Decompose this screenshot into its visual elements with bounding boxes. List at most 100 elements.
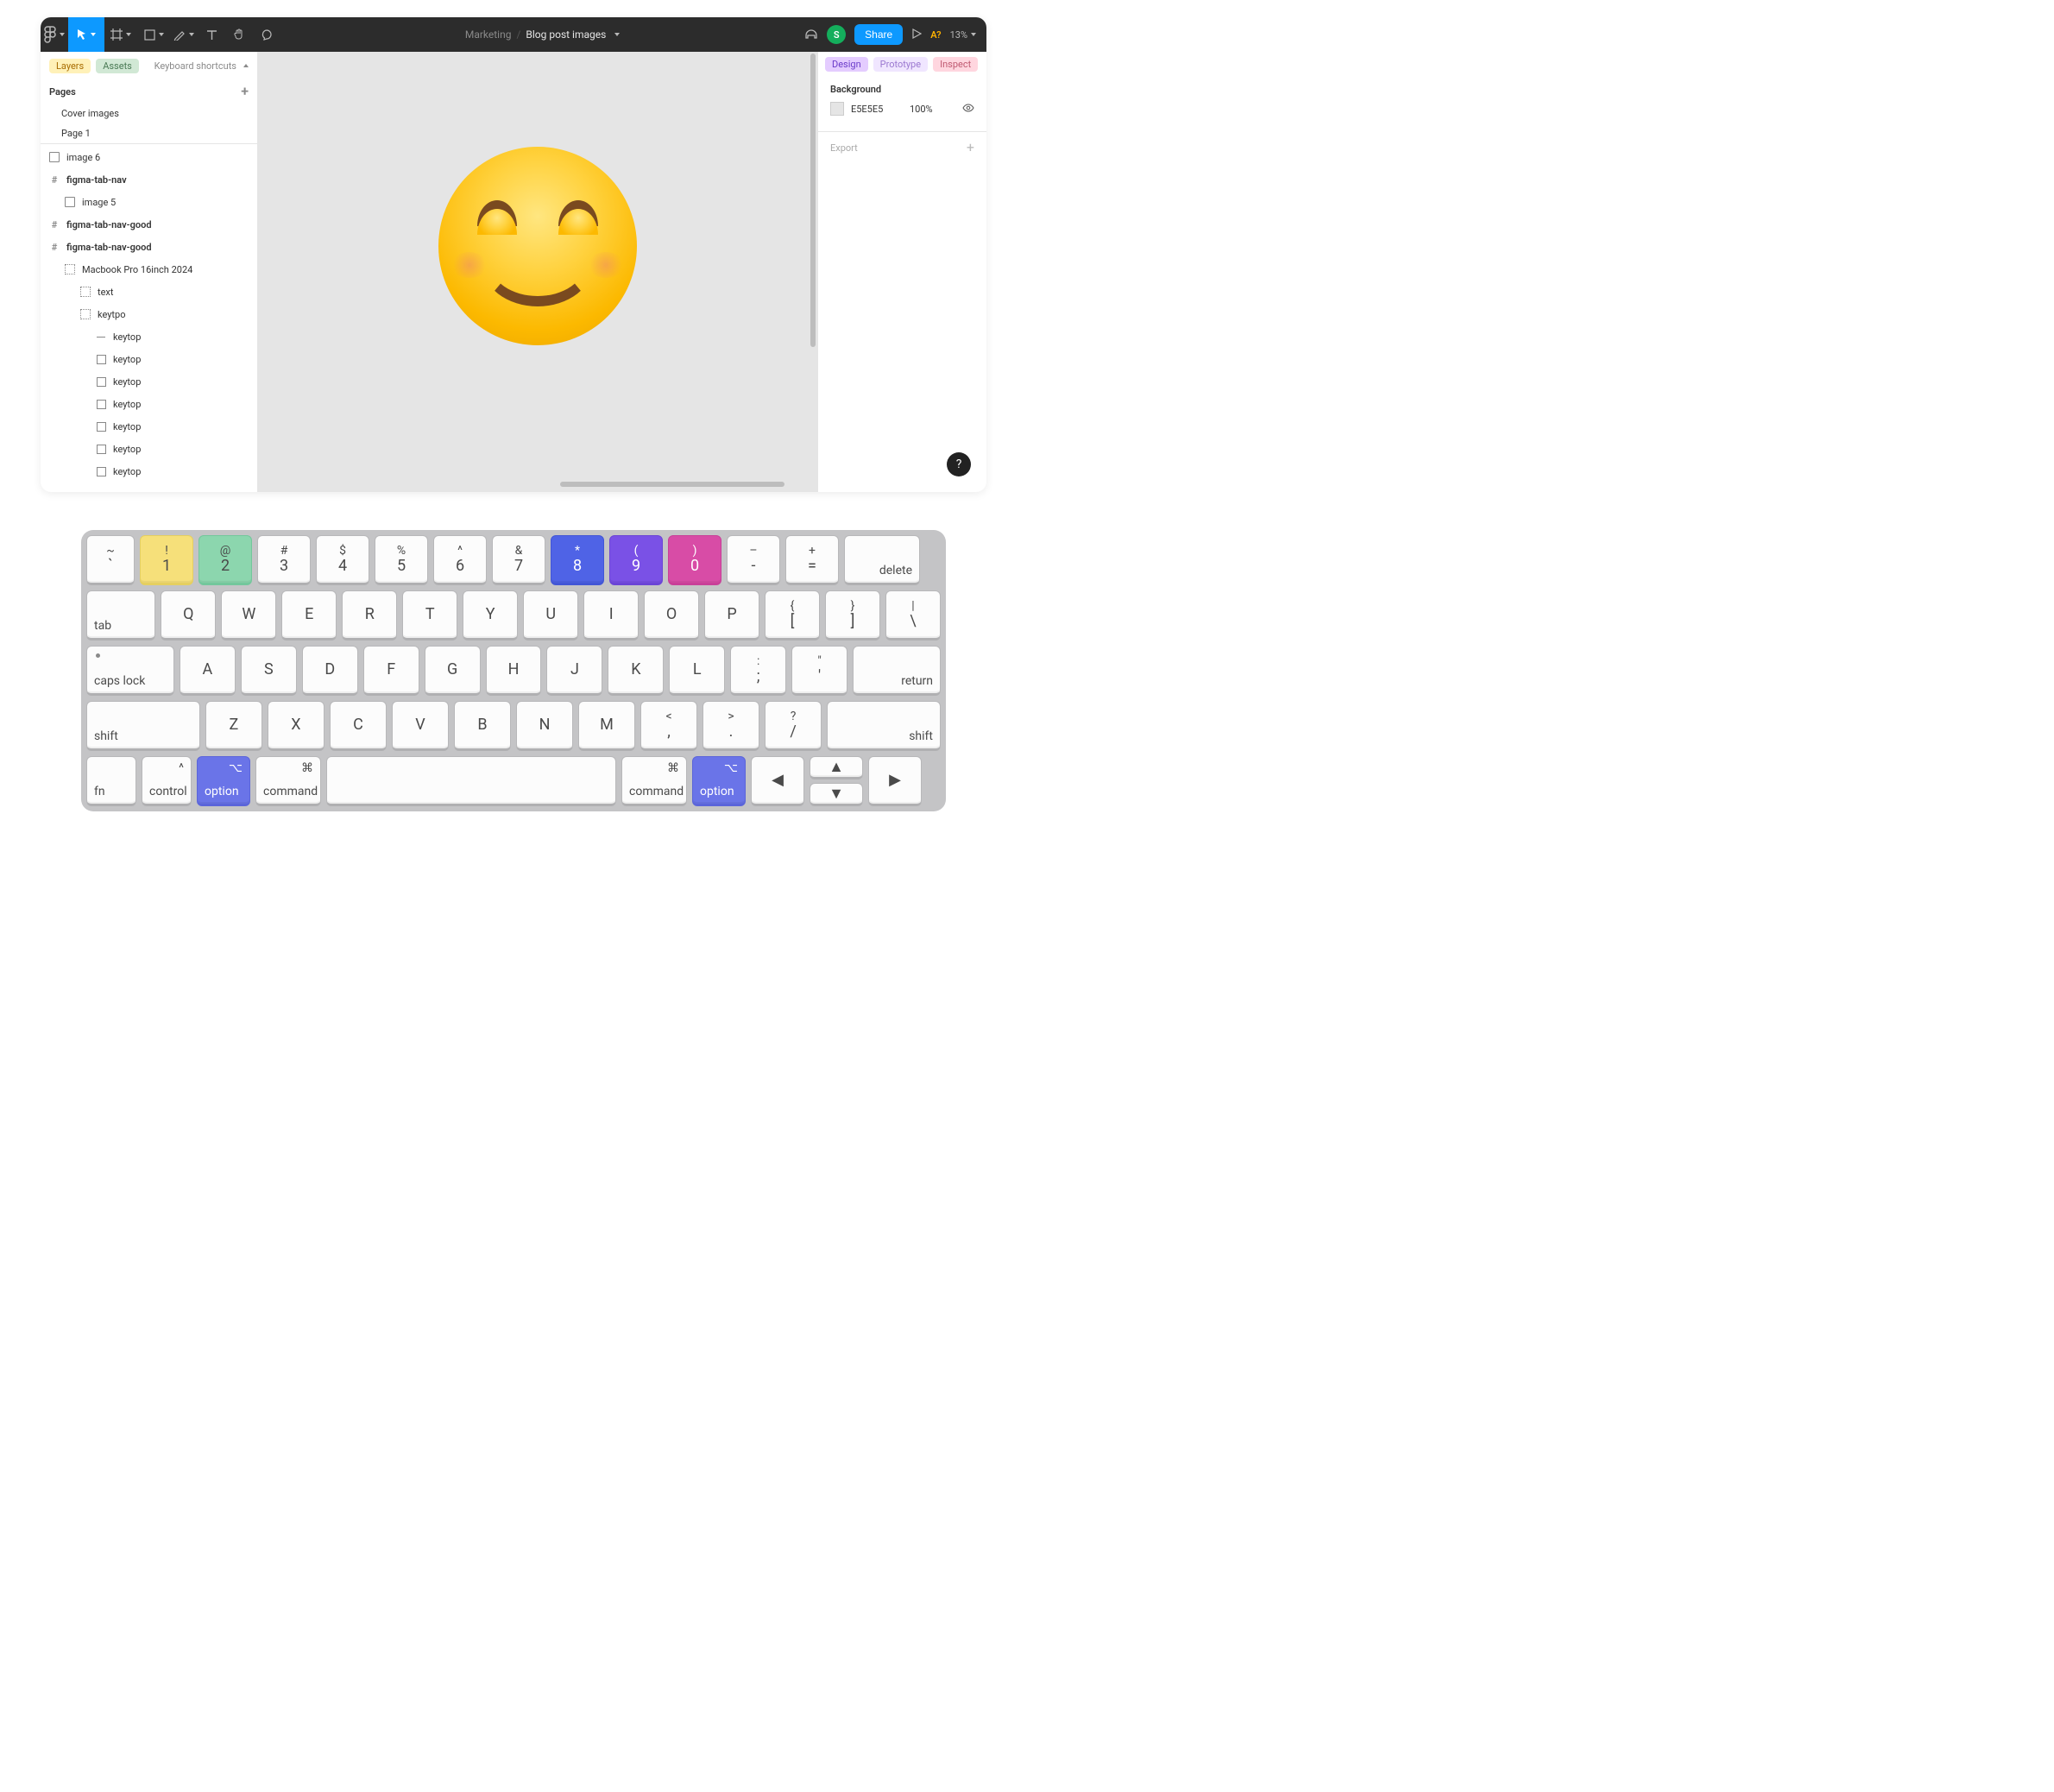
key-[interactable]: += xyxy=(785,535,839,585)
tab-layers[interactable]: Layers xyxy=(49,59,91,73)
help-button[interactable]: ? xyxy=(947,452,971,476)
move-tool-button[interactable] xyxy=(68,17,104,52)
key-[interactable]: –- xyxy=(727,535,780,585)
key-option[interactable]: ⌥option xyxy=(197,756,250,806)
key-i[interactable]: I xyxy=(583,590,639,640)
breadcrumb-document[interactable]: Blog post images xyxy=(526,28,606,41)
key-3[interactable]: #3 xyxy=(257,535,311,585)
key-s[interactable]: S xyxy=(241,646,297,696)
key-p[interactable]: P xyxy=(704,590,759,640)
export-section[interactable]: Export + xyxy=(818,131,986,163)
present-button[interactable] xyxy=(911,28,922,41)
key-g[interactable]: G xyxy=(425,646,481,696)
layer-item[interactable]: keytop xyxy=(41,438,257,460)
key-command[interactable]: ⌘command xyxy=(255,756,321,806)
key-[interactable]: :; xyxy=(730,646,786,696)
background-row[interactable]: E5E5E5 100% xyxy=(818,98,986,119)
key-capslock[interactable]: caps lock xyxy=(86,646,174,696)
key-c[interactable]: C xyxy=(330,701,387,751)
canvas[interactable] xyxy=(258,52,817,492)
page-item[interactable]: Page 1 xyxy=(41,123,257,143)
layer-item[interactable]: Macbook Pro 16inch 2024 xyxy=(41,258,257,281)
background-opacity[interactable]: 100% xyxy=(910,104,933,115)
visibility-toggle[interactable] xyxy=(962,104,974,115)
key-arrow-right[interactable]: ▶ xyxy=(868,756,922,806)
background-hex[interactable]: E5E5E5 xyxy=(851,104,903,115)
key-d[interactable]: D xyxy=(302,646,358,696)
figma-menu-button[interactable] xyxy=(41,17,68,52)
key-fn[interactable]: fn xyxy=(86,756,136,806)
key-tab[interactable]: tab xyxy=(86,590,155,640)
chevron-down-icon[interactable] xyxy=(614,33,620,36)
key-shift[interactable]: shift xyxy=(827,701,941,751)
key-[interactable]: {[ xyxy=(765,590,820,640)
shape-tool-button[interactable] xyxy=(137,17,170,52)
key-command[interactable]: ⌘command xyxy=(621,756,687,806)
layer-item[interactable]: image 6 xyxy=(41,146,257,168)
key-[interactable]: ~` xyxy=(86,535,135,585)
tab-assets[interactable]: Assets xyxy=(96,59,139,73)
layer-item[interactable]: keytop xyxy=(41,415,257,438)
breadcrumb[interactable]: Marketing / Blog post images xyxy=(280,28,804,41)
key-arrow-down[interactable]: ▼ xyxy=(810,783,863,806)
scrollbar-vertical[interactable] xyxy=(810,54,816,347)
key-1[interactable]: !1 xyxy=(140,535,193,585)
text-tool-button[interactable] xyxy=(198,17,225,52)
share-button[interactable]: Share xyxy=(854,24,903,45)
key-z[interactable]: Z xyxy=(205,701,262,751)
key-6[interactable]: ^6 xyxy=(433,535,487,585)
key-q[interactable]: Q xyxy=(161,590,216,640)
key-option[interactable]: ⌥option xyxy=(692,756,746,806)
key-4[interactable]: $4 xyxy=(316,535,369,585)
key-v[interactable]: V xyxy=(392,701,449,751)
hand-tool-button[interactable] xyxy=(225,17,253,52)
key-n[interactable]: N xyxy=(516,701,573,751)
scrollbar-horizontal[interactable] xyxy=(560,482,784,487)
key-f[interactable]: F xyxy=(363,646,419,696)
tab-prototype[interactable]: Prototype xyxy=(873,57,928,72)
audio-button[interactable] xyxy=(804,28,818,42)
key-shift[interactable]: shift xyxy=(86,701,200,751)
add-export-button[interactable]: + xyxy=(967,141,974,155)
layer-item[interactable]: figma-tab-nav xyxy=(41,168,257,191)
key-b[interactable]: B xyxy=(454,701,511,751)
key-arrow-left[interactable]: ◀ xyxy=(751,756,804,806)
key-[interactable]: |\ xyxy=(885,590,941,640)
key-y[interactable]: Y xyxy=(463,590,518,640)
layer-item[interactable]: keytop xyxy=(41,393,257,415)
layer-item[interactable]: figma-tab-nav-good xyxy=(41,236,257,258)
key-[interactable] xyxy=(326,756,616,806)
breadcrumb-project[interactable]: Marketing xyxy=(465,28,512,41)
key-9[interactable]: (9 xyxy=(609,535,663,585)
keyboard-shortcuts-link[interactable]: Keyboard shortcuts xyxy=(154,60,249,72)
key-t[interactable]: T xyxy=(402,590,457,640)
key-[interactable]: <, xyxy=(640,701,697,751)
key-[interactable]: ?/ xyxy=(765,701,822,751)
key-2[interactable]: @2 xyxy=(198,535,252,585)
key-x[interactable]: X xyxy=(268,701,324,751)
layer-item[interactable]: keytop xyxy=(41,325,257,348)
layer-item[interactable]: keytop xyxy=(41,370,257,393)
key-o[interactable]: O xyxy=(644,590,699,640)
key-k[interactable]: K xyxy=(608,646,664,696)
comment-tool-button[interactable] xyxy=(253,17,280,52)
key-arrow-up[interactable]: ▲ xyxy=(810,756,863,779)
layer-item[interactable]: text xyxy=(41,281,257,303)
key-8[interactable]: *8 xyxy=(551,535,604,585)
color-swatch[interactable] xyxy=(830,102,844,116)
key-control[interactable]: ^control xyxy=(142,756,192,806)
key-l[interactable]: L xyxy=(669,646,725,696)
key-h[interactable]: H xyxy=(486,646,542,696)
key-u[interactable]: U xyxy=(523,590,578,640)
zoom-level[interactable]: 13% xyxy=(950,29,976,41)
page-item[interactable]: Cover images xyxy=(41,104,257,123)
key-[interactable]: >. xyxy=(703,701,759,751)
layer-item[interactable]: figma-tab-nav-good xyxy=(41,213,257,236)
missing-fonts-icon[interactable]: A? xyxy=(930,29,941,41)
avatar[interactable]: S xyxy=(827,25,846,44)
key-delete[interactable]: delete xyxy=(844,535,920,585)
key-e[interactable]: E xyxy=(281,590,337,640)
layer-item[interactable]: keytop xyxy=(41,348,257,370)
key-w[interactable]: W xyxy=(221,590,276,640)
add-page-button[interactable]: + xyxy=(241,85,249,98)
